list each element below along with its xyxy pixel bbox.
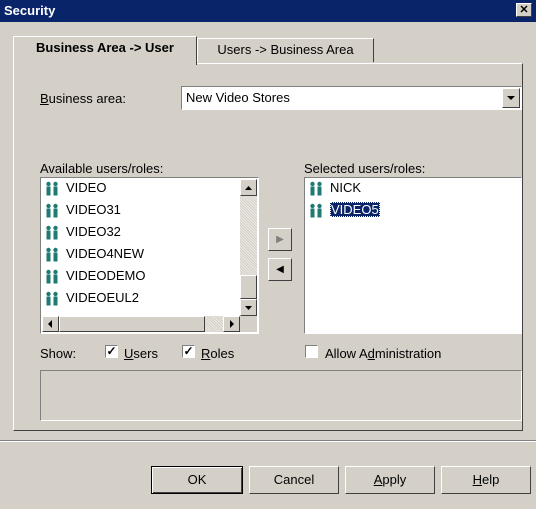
- user-group-icon: [44, 269, 60, 285]
- selected-users-label: Selected users/roles:: [304, 161, 426, 176]
- available-users-list[interactable]: VIDEO VIDEO31 VIDEO32 VIDEO4NEW VIDEODEM…: [40, 177, 259, 334]
- arrow-right-icon: [230, 320, 234, 328]
- add-arrow-icon: ▶: [276, 234, 284, 245]
- h-scroll-thumb[interactable]: [59, 316, 205, 332]
- apply-button[interactable]: Apply: [345, 466, 435, 494]
- arrow-down-icon: [245, 306, 252, 310]
- scroll-right-button[interactable]: [223, 316, 240, 332]
- scroll-down-button[interactable]: [240, 299, 257, 316]
- available-users-label: Available users/roles:: [40, 161, 164, 176]
- chevron-down-icon: [507, 96, 515, 100]
- users-checkbox-label: Users: [124, 346, 158, 361]
- separator-highlight: [0, 441, 536, 442]
- list-item[interactable]: VIDEO32: [44, 222, 121, 242]
- scroll-up-button[interactable]: [240, 179, 257, 196]
- show-label: Show:: [40, 346, 77, 361]
- active-tab-join: [14, 63, 196, 65]
- users-checkbox[interactable]: ✓: [105, 345, 118, 358]
- arrow-left-icon: [48, 320, 52, 328]
- business-area-value: New Video Stores: [186, 90, 290, 105]
- help-button[interactable]: Help: [441, 466, 531, 494]
- user-group-icon: [44, 181, 60, 197]
- business-area-label: Business area:: [40, 91, 126, 106]
- user-group-icon: [308, 203, 324, 219]
- scroll-corner: [240, 316, 257, 332]
- dropdown-arrow-button[interactable]: [502, 88, 520, 108]
- selected-users-list[interactable]: NICK VIDEO5: [304, 177, 522, 334]
- description-box: [40, 370, 522, 421]
- add-button[interactable]: ▶: [268, 228, 292, 251]
- window-title: Security: [4, 3, 56, 18]
- tab-business-area-user[interactable]: Business Area -> User: [13, 36, 197, 65]
- allow-administration-label: Allow Administration: [325, 346, 442, 361]
- remove-arrow-icon: ◀: [276, 264, 284, 275]
- close-button[interactable]: ✕: [516, 3, 532, 17]
- business-area-dropdown[interactable]: New Video Stores: [181, 86, 522, 110]
- list-item[interactable]: VIDEO31: [44, 200, 121, 220]
- user-group-icon: [308, 181, 324, 197]
- list-item[interactable]: VIDEODEMO: [44, 266, 145, 286]
- list-item[interactable]: NICK: [308, 178, 361, 198]
- user-group-icon: [44, 225, 60, 241]
- tab-users-business-area[interactable]: Users -> Business Area: [197, 38, 374, 62]
- remove-button[interactable]: ◀: [268, 258, 292, 281]
- roles-checkbox[interactable]: ✓: [182, 345, 195, 358]
- cancel-button[interactable]: Cancel: [249, 466, 339, 494]
- user-group-icon: [44, 291, 60, 307]
- ok-button[interactable]: OK: [151, 466, 243, 494]
- list-item-selected[interactable]: VIDEO5: [308, 200, 380, 220]
- arrow-up-icon: [245, 186, 252, 190]
- list-item[interactable]: VIDEO4NEW: [44, 244, 144, 264]
- title-bar[interactable]: [0, 0, 536, 22]
- user-group-icon: [44, 203, 60, 219]
- list-item[interactable]: VIDEO: [44, 178, 106, 198]
- roles-checkbox-label: Roles: [201, 346, 235, 361]
- list-item[interactable]: VIDEOEUL2: [44, 288, 139, 308]
- scroll-left-button[interactable]: [42, 316, 59, 332]
- user-group-icon: [44, 247, 60, 263]
- allow-administration-checkbox[interactable]: [305, 345, 318, 358]
- scroll-thumb[interactable]: [240, 275, 257, 299]
